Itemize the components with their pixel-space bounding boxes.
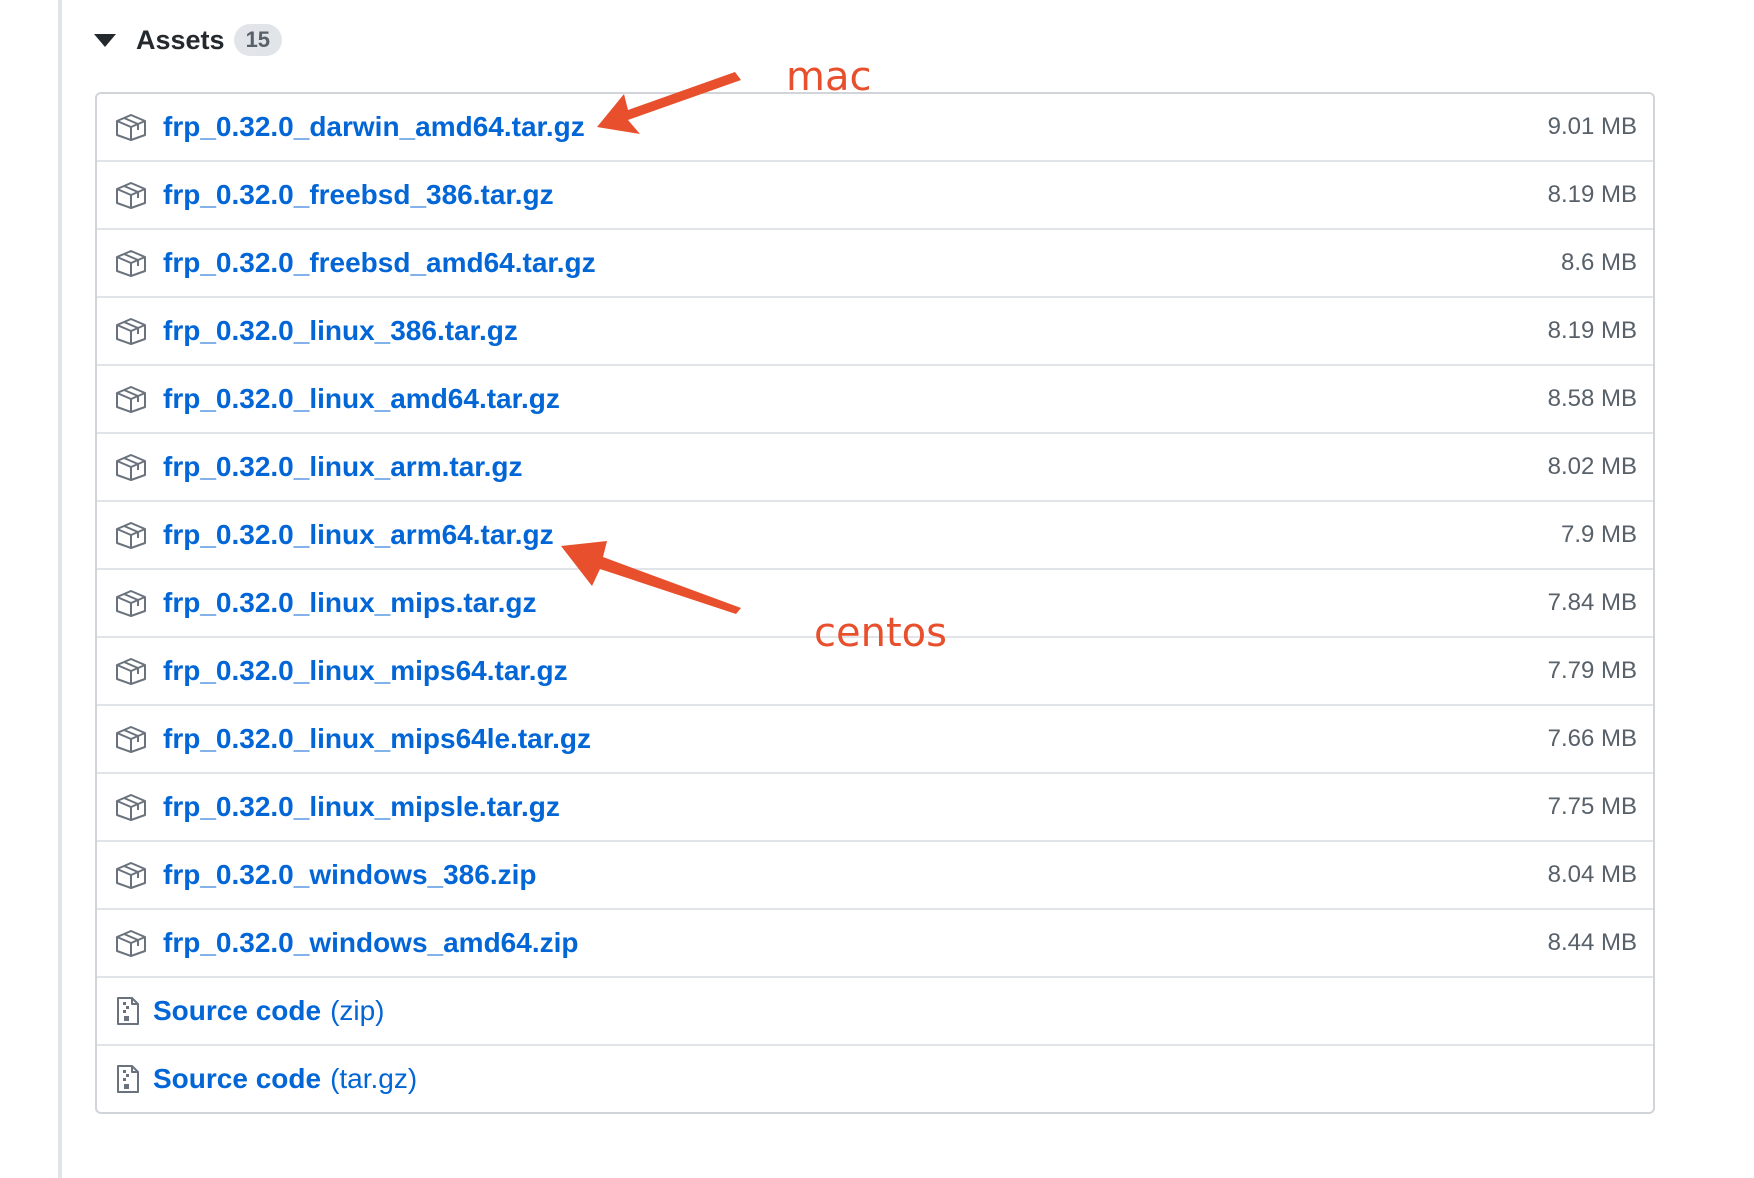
asset-link[interactable]: frp_0.32.0_linux_arm.tar.gz [163, 451, 523, 483]
asset-link[interactable]: frp_0.32.0_linux_386.tar.gz [163, 315, 518, 347]
source-format-label: (tar.gz) [330, 1063, 418, 1094]
assets-title[interactable]: Assets [136, 25, 225, 56]
asset-size: 7.75 MB [1547, 793, 1637, 820]
timeline-rule [58, 0, 62, 1178]
assets-count-badge: 15 [233, 24, 283, 56]
asset-size: 7.79 MB [1547, 657, 1637, 684]
asset-link[interactable]: frp_0.32.0_linux_mips64.tar.gz [163, 655, 568, 687]
package-icon [115, 180, 147, 210]
asset-row: frp_0.32.0_linux_arm.tar.gz 8.02 MB [97, 432, 1653, 500]
asset-size: 8.44 MB [1547, 929, 1637, 956]
asset-row: frp_0.32.0_linux_386.tar.gz 8.19 MB [97, 296, 1653, 364]
source-code-targz-link[interactable]: Source code [153, 1063, 321, 1095]
package-icon [115, 928, 147, 958]
asset-row: frp_0.32.0_darwin_amd64.tar.gz 9.01 MB [97, 94, 1653, 160]
asset-row: frp_0.32.0_linux_mipsle.tar.gz 7.75 MB [97, 772, 1653, 840]
asset-size: 7.9 MB [1560, 521, 1637, 548]
package-icon [115, 452, 147, 482]
asset-size: 8.19 MB [1547, 181, 1637, 208]
package-icon [115, 112, 147, 142]
asset-link[interactable]: frp_0.32.0_windows_amd64.zip [163, 927, 579, 959]
asset-size: 9.01 MB [1547, 113, 1637, 140]
file-zip-icon [115, 1064, 141, 1094]
package-icon [115, 384, 147, 414]
asset-link[interactable]: frp_0.32.0_linux_mipsle.tar.gz [163, 791, 560, 823]
source-format-label: (zip) [330, 995, 385, 1026]
package-icon [115, 520, 147, 550]
package-icon [115, 792, 147, 822]
asset-link[interactable]: frp_0.32.0_freebsd_amd64.tar.gz [163, 247, 596, 279]
source-row: Source code (tar.gz) [97, 1044, 1653, 1112]
asset-size: 8.58 MB [1547, 385, 1637, 412]
asset-size: 7.84 MB [1547, 589, 1637, 616]
asset-link[interactable]: frp_0.32.0_darwin_amd64.tar.gz [163, 111, 585, 143]
asset-list: frp_0.32.0_darwin_amd64.tar.gz 9.01 MB f… [95, 92, 1655, 1114]
asset-link[interactable]: frp_0.32.0_freebsd_386.tar.gz [163, 179, 554, 211]
asset-link[interactable]: frp_0.32.0_linux_amd64.tar.gz [163, 383, 560, 415]
asset-row: frp_0.32.0_linux_amd64.tar.gz 8.58 MB [97, 364, 1653, 432]
asset-size: 8.02 MB [1547, 453, 1637, 480]
asset-link[interactable]: frp_0.32.0_linux_mips64le.tar.gz [163, 723, 591, 755]
asset-row: frp_0.32.0_linux_mips64le.tar.gz 7.66 MB [97, 704, 1653, 772]
package-icon [115, 316, 147, 346]
asset-row: frp_0.32.0_freebsd_386.tar.gz 8.19 MB [97, 160, 1653, 228]
asset-row: frp_0.32.0_windows_amd64.zip 8.44 MB [97, 908, 1653, 976]
asset-size: 8.6 MB [1560, 249, 1637, 276]
package-icon [115, 724, 147, 754]
file-zip-icon [115, 996, 141, 1026]
package-icon [115, 248, 147, 278]
asset-row: frp_0.32.0_linux_mips64.tar.gz 7.79 MB [97, 636, 1653, 704]
package-icon [115, 860, 147, 890]
asset-row: frp_0.32.0_freebsd_amd64.tar.gz 8.6 MB [97, 228, 1653, 296]
asset-link[interactable]: frp_0.32.0_windows_386.zip [163, 859, 537, 891]
asset-size: 8.19 MB [1547, 317, 1637, 344]
source-row: Source code (zip) [97, 976, 1653, 1044]
asset-row: frp_0.32.0_linux_arm64.tar.gz 7.9 MB [97, 500, 1653, 568]
asset-row: frp_0.32.0_linux_mips.tar.gz 7.84 MB [97, 568, 1653, 636]
package-icon [115, 656, 147, 686]
asset-size: 8.04 MB [1547, 861, 1637, 888]
source-code-zip-link[interactable]: Source code [153, 995, 321, 1027]
asset-size: 7.66 MB [1547, 725, 1637, 752]
package-icon [115, 588, 147, 618]
asset-row: frp_0.32.0_windows_386.zip 8.04 MB [97, 840, 1653, 908]
asset-link[interactable]: frp_0.32.0_linux_mips.tar.gz [163, 587, 537, 619]
triangle-down-icon[interactable] [94, 33, 116, 47]
assets-header: Assets 15 [94, 20, 283, 60]
asset-link[interactable]: frp_0.32.0_linux_arm64.tar.gz [163, 519, 554, 551]
